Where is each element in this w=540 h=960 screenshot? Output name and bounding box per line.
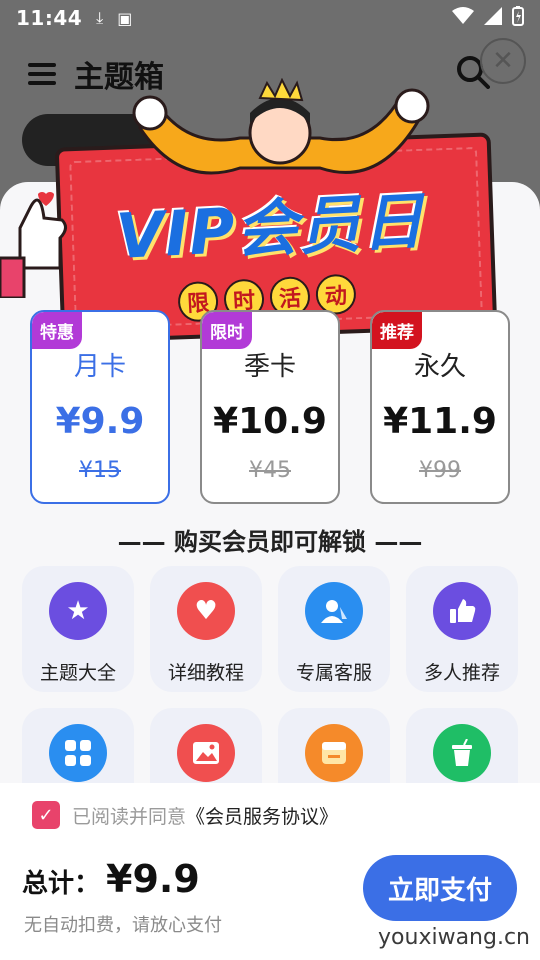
payment-bar: ✓ 已阅读并同意 《会员服务协议》 总计： ¥9.9 无自动扣费，请放心支付 立… — [0, 783, 540, 960]
unlock-section-title: —— 购买会员即可解锁 —— — [117, 528, 423, 556]
download-icon: ⤓ — [96, 8, 104, 27]
plan-list: 特惠 月卡 ¥9.9 ¥15 限时 季卡 ¥10.9 ¥45 推荐 永久 ¥11… — [30, 310, 510, 504]
medal-icon: ★ — [49, 582, 107, 640]
watermark: youxiwang.cn — [378, 925, 530, 950]
wifi-icon — [452, 6, 474, 30]
pay-now-button[interactable]: 立即支付 — [363, 855, 517, 921]
banner-title: VIP会员日 — [114, 183, 427, 274]
feature-label: 主题大全 — [39, 662, 116, 684]
vip-banner: VIP会员日 限 时 活 动 — [0, 38, 540, 344]
thumbs-up-icon — [433, 582, 491, 640]
status-time: 11:44 — [16, 6, 83, 30]
close-button[interactable]: ✕ — [480, 38, 526, 84]
person-icon — [305, 582, 363, 640]
plan-card-monthly[interactable]: 特惠 月卡 ¥9.9 ¥15 — [30, 310, 170, 504]
status-bar: 11:44 ⤓ ▣ — [0, 0, 540, 36]
feature-label: 详细教程 — [167, 662, 244, 684]
plan-original-price: ¥15 — [79, 458, 121, 483]
heart-icon: ♥ — [177, 582, 235, 640]
close-icon: ✕ — [492, 46, 514, 76]
plan-card-lifetime[interactable]: 推荐 永久 ¥11.9 ¥99 — [370, 310, 510, 504]
total-row: 总计： ¥9.9 — [22, 857, 200, 901]
cup-icon — [433, 724, 491, 782]
plan-original-price: ¥45 — [249, 458, 291, 483]
signal-icon — [484, 6, 502, 30]
payment-note: 无自动扣费，请放心支付 — [24, 915, 222, 936]
plan-tag: 推荐 — [372, 312, 422, 349]
thumbs-up-hand-illustration — [0, 192, 67, 298]
plan-tag: 限时 — [202, 312, 252, 349]
store-icon — [305, 724, 363, 782]
feature-item[interactable]: 专属客服 — [278, 566, 390, 692]
total-label: 总计： — [22, 869, 101, 899]
agreement-row: ✓ 已阅读并同意 《会员服务协议》 — [32, 801, 338, 829]
feature-label: 专属客服 — [295, 662, 372, 684]
plan-card-quarterly[interactable]: 限时 季卡 ¥10.9 ¥45 — [200, 310, 340, 504]
feature-item[interactable]: 多人推荐 — [406, 566, 518, 692]
plan-price: ¥11.9 — [383, 401, 497, 442]
battery-icon — [512, 5, 524, 31]
feature-item[interactable]: ♥ 详细教程 — [150, 566, 262, 692]
plan-price: ¥10.9 — [213, 401, 327, 442]
image-icon — [177, 724, 235, 782]
plan-original-price: ¥99 — [419, 458, 461, 483]
plan-name: 季卡 — [243, 352, 296, 382]
feature-item[interactable]: ★ 主题大全 — [22, 566, 134, 692]
grid-icon — [49, 724, 107, 782]
plan-name: 永久 — [413, 352, 466, 382]
notification-icon: ▣ — [117, 8, 133, 28]
check-icon: ✓ — [38, 804, 54, 826]
agreement-checkbox[interactable]: ✓ — [32, 801, 60, 829]
agreement-text: 已阅读并同意 — [72, 805, 187, 828]
service-agreement-link[interactable]: 《会员服务协议》 — [186, 802, 338, 829]
plan-tag: 特惠 — [32, 312, 82, 349]
total-value: ¥9.9 — [106, 857, 200, 901]
feature-label: 多人推荐 — [423, 662, 500, 684]
plan-name: 月卡 — [73, 352, 126, 382]
plan-price: ¥9.9 — [55, 401, 145, 442]
